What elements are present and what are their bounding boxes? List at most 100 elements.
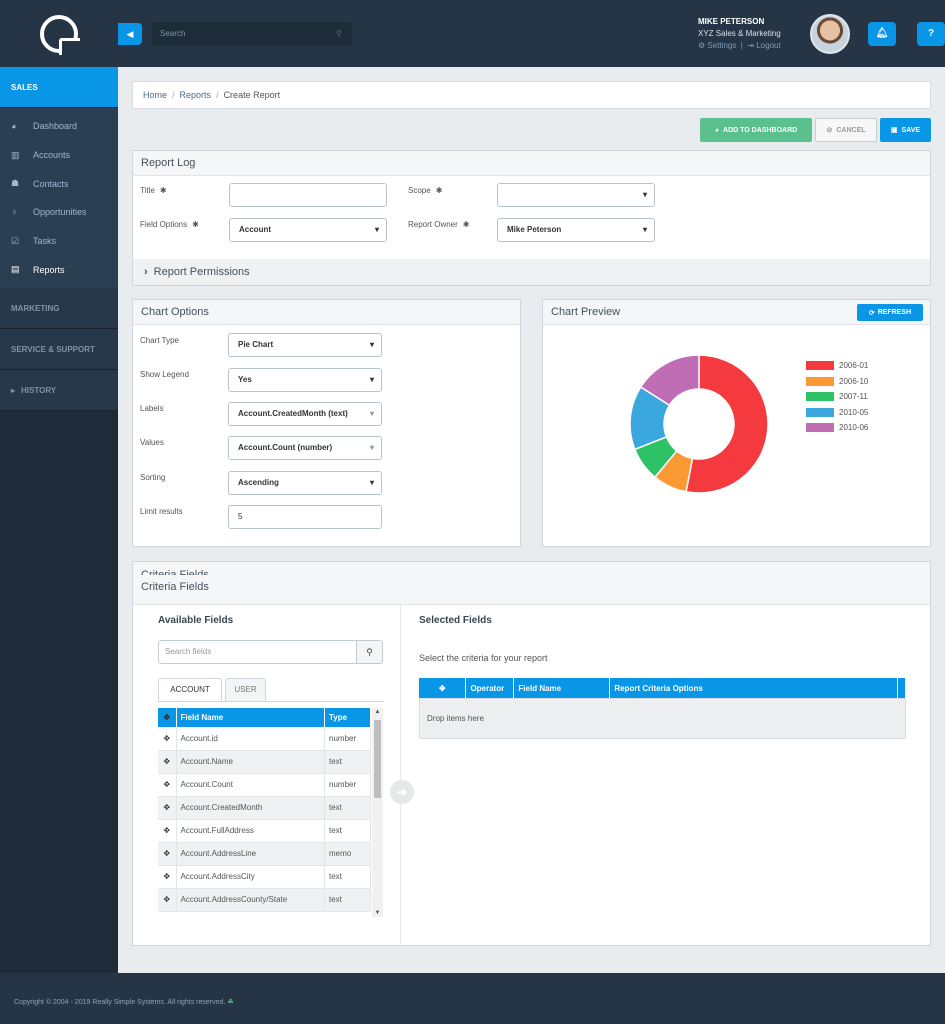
button-label: ADD TO DASHBOARD	[723, 126, 798, 134]
tab-account[interactable]: ACCOUNT	[158, 678, 222, 702]
bell-icon: 🔔︎	[875, 28, 889, 39]
select-value: Account.Count (number)	[238, 443, 333, 452]
sidebar-item-opportunities[interactable]: ♀ Opportunities	[0, 198, 118, 227]
sidebar-item-contacts[interactable]: ☗ Contacts	[0, 169, 118, 198]
opportunities-icon: ♀	[11, 207, 18, 218]
chart-options-panel: Chart Options Chart Type Pie Chart ▾ Show…	[132, 299, 521, 547]
caret-right-icon: ▸	[11, 385, 16, 395]
nav-section-history[interactable]: ▸ HISTORY	[0, 370, 118, 412]
field-type-cell: text	[324, 865, 371, 889]
legend-item[interactable]: 2007-11	[806, 389, 868, 405]
sidebar-item-tasks[interactable]: ☑ Tasks	[0, 227, 118, 256]
field-name-cell: Account.AddressLine	[176, 842, 325, 866]
help-button[interactable]: ?	[917, 22, 945, 46]
sidebar-item-dashboard[interactable]: ◕ Dashboard	[0, 112, 118, 141]
fields-scrollbar[interactable]: ▲ ▼	[372, 708, 383, 917]
nav-section-label: HISTORY	[21, 385, 57, 395]
report-owner-select[interactable]: Mike Peterson ▾	[497, 218, 655, 242]
cancel-button[interactable]: ⊘ CANCEL	[815, 118, 877, 142]
scope-select[interactable]: ▾	[497, 183, 655, 207]
nav-section-service-support[interactable]: SERVICE & SUPPORT	[0, 329, 118, 371]
table-row[interactable]: ✥ Account.id number	[158, 727, 371, 751]
breadcrumb-reports[interactable]: Reports	[180, 90, 212, 100]
select-value: Ascending	[238, 478, 279, 487]
caret-down-icon: ▾	[642, 190, 647, 199]
drag-handle-icon[interactable]: ✥	[158, 819, 177, 843]
table-row[interactable]: ✥ Account.AddressLine memo	[158, 842, 371, 866]
move-right-button[interactable]: ➜	[390, 780, 414, 804]
nav-section-sales[interactable]: SALES	[0, 67, 118, 108]
scroll-thumb[interactable]	[374, 720, 381, 798]
field-type-cell: memo	[324, 842, 371, 866]
field-options-select[interactable]: Account ▾	[229, 218, 387, 242]
legend-item[interactable]: 2006-01	[806, 358, 868, 374]
search-fields-input[interactable]: Search fields	[158, 640, 357, 664]
logo[interactable]	[0, 0, 118, 67]
field-name-cell: Account.id	[176, 727, 325, 751]
logout-icon: ⇥	[747, 41, 754, 50]
legend-item[interactable]: 2010-06	[806, 420, 868, 436]
drag-handle-icon[interactable]: ✥	[158, 888, 177, 912]
dashboard-icon: ◕	[11, 121, 17, 132]
column-header: Field Name	[513, 678, 611, 698]
drag-handle-icon[interactable]: ✥	[158, 727, 177, 751]
table-row[interactable]: ✥ Account.CreatedMonth text	[158, 796, 371, 820]
sidebar-item-accounts[interactable]: ▥ Accounts	[0, 141, 118, 170]
drag-handle-icon[interactable]: ✥	[158, 750, 177, 774]
notifications-button[interactable]: 🔔︎	[868, 22, 896, 46]
caret-down-icon: ▾	[369, 478, 374, 487]
table-row[interactable]: ✥ Account.Name text	[158, 750, 371, 774]
tab-user[interactable]: USER	[225, 678, 266, 702]
sidebar-item-label: Tasks	[33, 236, 57, 247]
column-header: Report Criteria Options	[609, 678, 898, 698]
footer: Copyright © 2004 - 2019 Really Simple Sy…	[0, 973, 945, 1024]
settings-link[interactable]: Settings	[707, 41, 736, 50]
refresh-button[interactable]: ⟳ REFRESH	[857, 304, 923, 321]
drag-handle-icon[interactable]: ✥	[158, 796, 177, 820]
add-to-dashboard-button[interactable]: ◕ ADD TO DASHBOARD	[700, 118, 812, 142]
labels-select[interactable]: Account.CreatedMonth (text) ▾	[228, 402, 382, 426]
drag-handle-icon[interactable]: ✥	[158, 842, 177, 866]
sidebar-item-reports[interactable]: ▤ Reports	[0, 255, 118, 284]
sorting-select[interactable]: Ascending ▾	[228, 471, 382, 495]
collapse-sidebar-button[interactable]: ◀	[118, 23, 142, 45]
chart-type-select[interactable]: Pie Chart ▾	[228, 333, 382, 357]
breadcrumb-home[interactable]: Home	[143, 90, 167, 100]
criteria-drop-zone[interactable]: Drop items here	[419, 698, 906, 739]
scroll-up-icon[interactable]: ▲	[372, 709, 383, 715]
section-label: Report Permissions	[153, 266, 250, 278]
global-search-input[interactable]: Search ⚲	[152, 22, 352, 46]
settings-icon: ⚙	[698, 41, 706, 50]
sidebar-item-label: Dashboard	[33, 121, 78, 132]
save-button[interactable]: ▣ SAVE	[880, 118, 931, 142]
selected-fields-intro: Select the criteria for your report	[419, 653, 548, 663]
column-header-spacer	[897, 678, 907, 698]
avatar[interactable]	[810, 14, 850, 54]
column-divider	[400, 605, 401, 945]
chart-preview-panel: Chart Preview ⟳ REFRESH 2006-01 2006-10 200…	[542, 299, 931, 547]
title-input[interactable]	[229, 183, 387, 207]
show-legend-select[interactable]: Yes ▾	[228, 368, 382, 392]
values-select[interactable]: Account.Count (number) ▾	[228, 436, 382, 460]
refresh-icon: ⟳	[868, 309, 875, 317]
donut-chart	[629, 354, 769, 494]
table-row[interactable]: ✥ Account.FullAddress text	[158, 819, 371, 843]
drag-handle-icon[interactable]: ✥	[158, 773, 177, 797]
legend-item[interactable]: 2010-05	[806, 405, 868, 421]
move-header-icon: ✥	[158, 708, 177, 727]
search-fields-button[interactable]: ⚲	[356, 640, 383, 664]
limit-results-input[interactable]: 5	[228, 505, 382, 529]
drag-handle-icon[interactable]: ✥	[158, 865, 177, 889]
logout-link[interactable]: Logout	[756, 41, 780, 50]
legend-item[interactable]: 2006-10	[806, 374, 868, 390]
table-row[interactable]: ✥ Account.Count number	[158, 773, 371, 797]
legend-swatch	[806, 376, 834, 386]
selected-fields-table: ✥ Operator Field Name Report Criteria Op…	[419, 678, 907, 698]
table-row[interactable]: ✥ Account.AddressCity text	[158, 865, 371, 889]
breadcrumb: Home / Reports / Create Report	[132, 81, 931, 109]
nav-section-marketing[interactable]: MARKETING	[0, 288, 118, 330]
table-row[interactable]: ✥ Account.AddressCounty/State text	[158, 888, 371, 912]
report-permissions-toggle[interactable]: › Report Permissions	[133, 259, 930, 285]
sidebar-item-label: Accounts	[33, 150, 71, 161]
scroll-down-icon[interactable]: ▼	[372, 910, 383, 916]
